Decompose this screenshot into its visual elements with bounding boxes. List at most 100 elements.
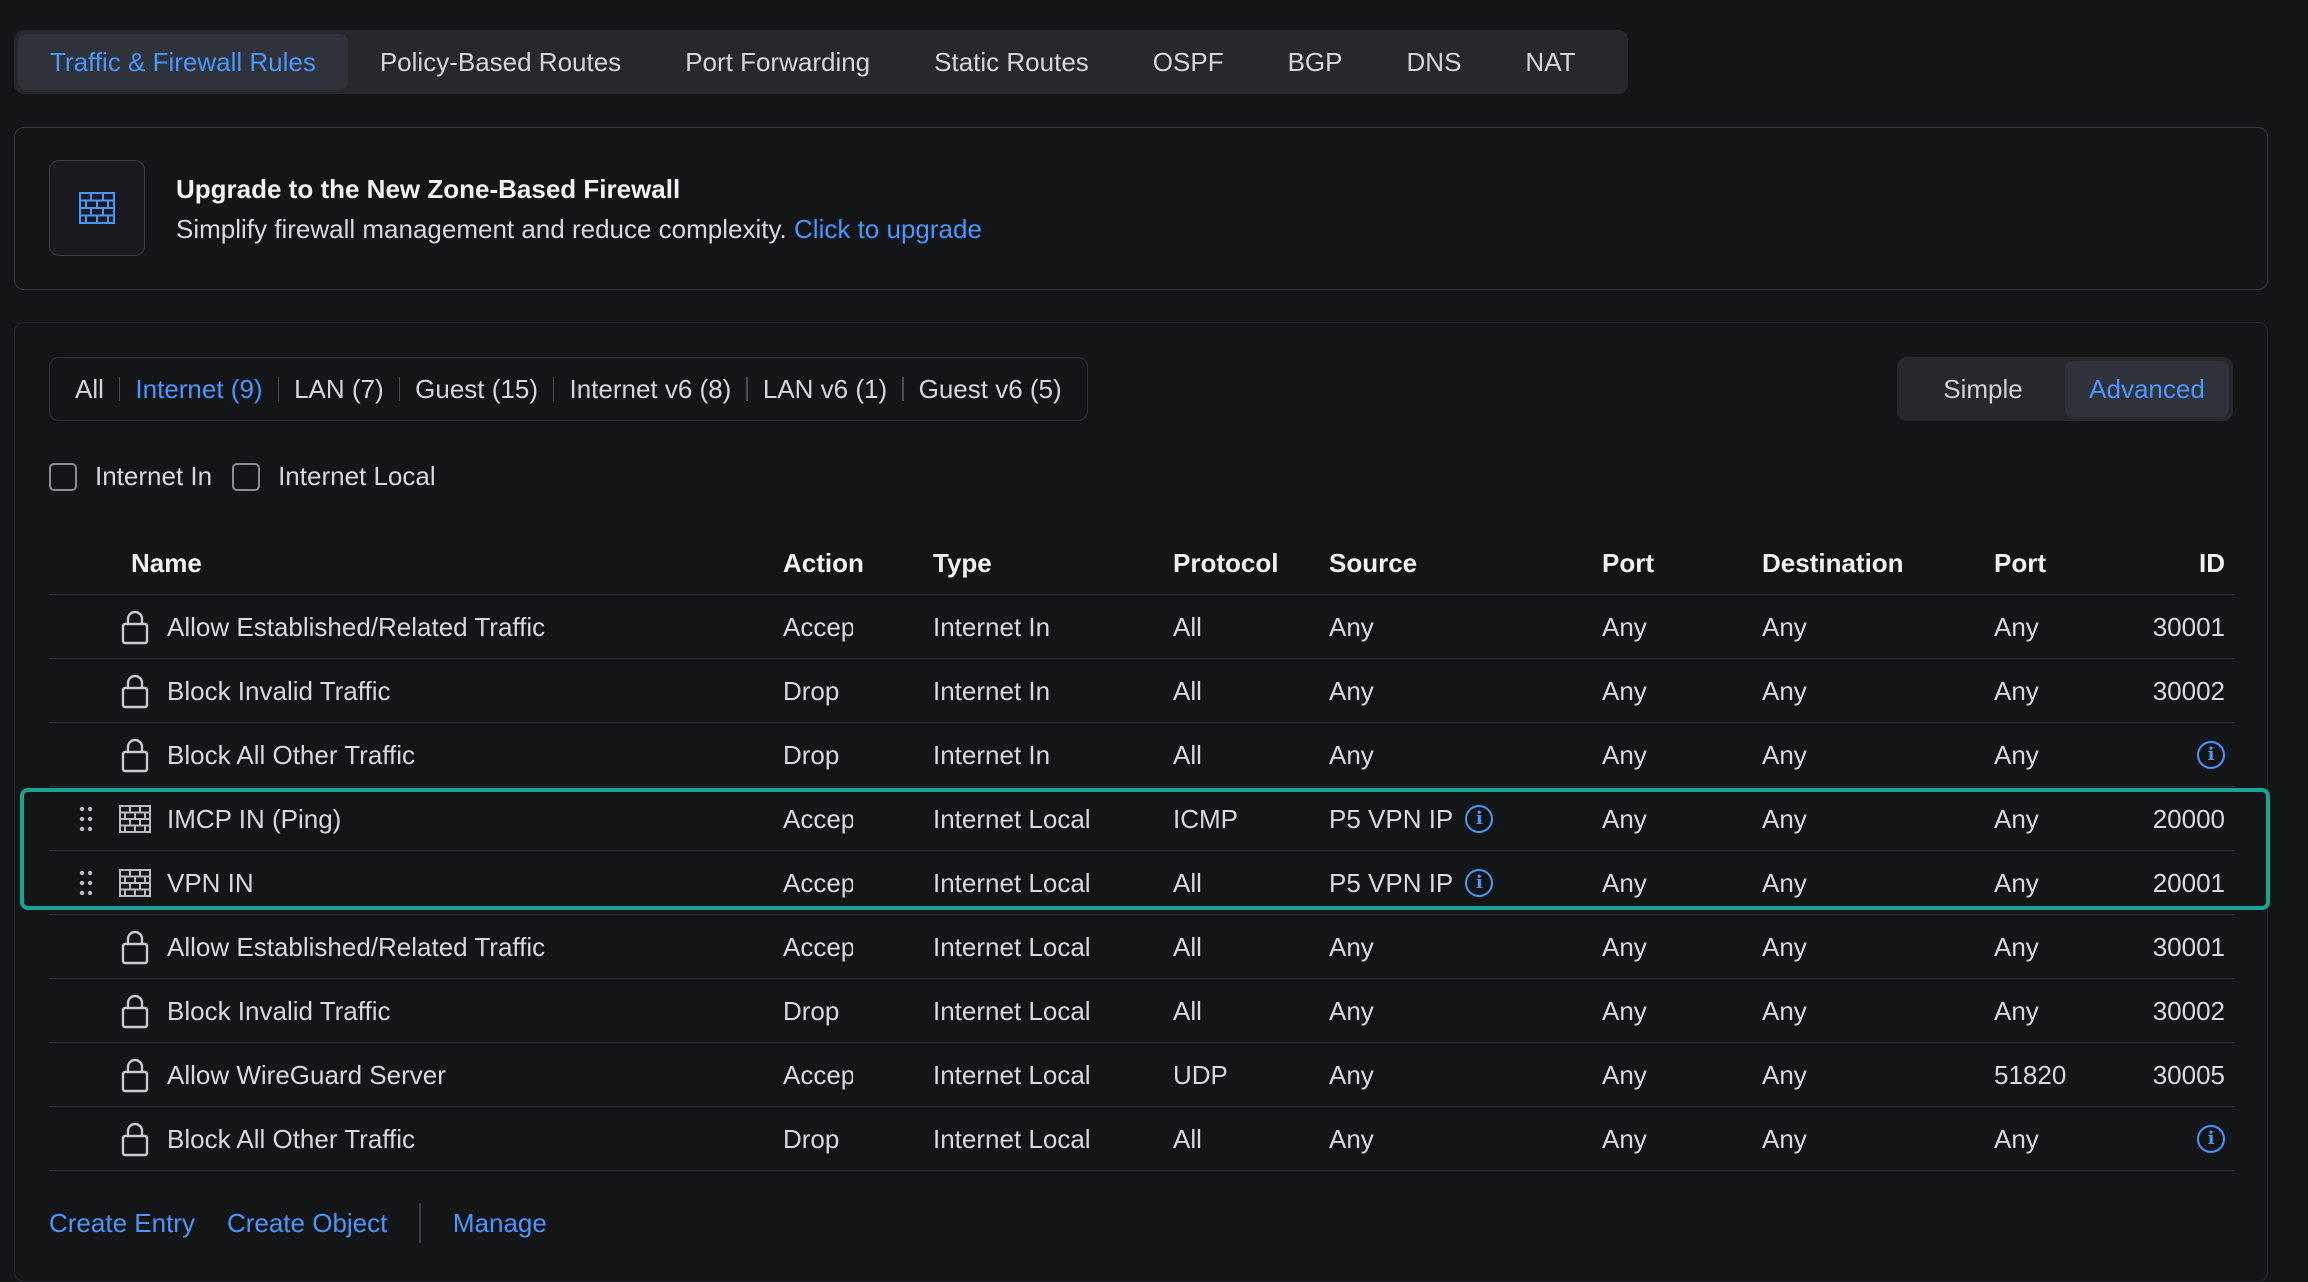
checkbox-label: Internet In xyxy=(95,461,213,491)
rule-protocol: All xyxy=(1173,612,1202,642)
rule-name: Block Invalid Traffic xyxy=(167,996,391,1026)
info-icon[interactable]: i xyxy=(1465,805,1494,833)
column-header-protocol[interactable]: Protocol xyxy=(1173,531,1313,595)
info-icon[interactable]: i xyxy=(1465,869,1494,897)
drag-handle-icon[interactable] xyxy=(69,851,103,915)
table-row[interactable]: VPN IN Accept Internet Local All P5 VPN IP i A… xyxy=(49,851,2235,915)
rule-source: P5 VPN IP i xyxy=(1329,787,1579,851)
internet-in-checkbox[interactable]: Internet In xyxy=(49,461,212,492)
rule-id: i xyxy=(2105,1107,2225,1171)
firewall-icon xyxy=(115,851,155,915)
rule-action: Drop xyxy=(783,676,840,706)
rule-source-port: Any xyxy=(1602,676,1647,706)
lock-icon xyxy=(115,595,155,659)
filter-internet[interactable]: Internet (9) xyxy=(120,374,277,405)
tab-policy-based-routes[interactable]: Policy-Based Routes xyxy=(348,34,653,90)
rule-protocol: All xyxy=(1173,740,1202,770)
rule-action: Accept xyxy=(783,612,853,642)
rule-set-filter: All Internet (9) LAN (7) Guest (15) Inte… xyxy=(49,357,1088,421)
rule-protocol: All xyxy=(1173,996,1202,1026)
column-header-name[interactable]: Name xyxy=(131,531,202,595)
table-row[interactable]: IMCP IN (Ping) Accept Internet Local ICMP P5… xyxy=(49,787,2235,851)
filter-internet-v6[interactable]: Internet v6 (8) xyxy=(554,374,746,405)
lock-icon xyxy=(115,1043,155,1107)
rule-action: Accept xyxy=(783,1060,853,1090)
manage-button[interactable]: Manage xyxy=(453,1208,547,1239)
column-header-id[interactable]: ID xyxy=(2105,531,2225,595)
column-header-port[interactable]: Port xyxy=(1602,531,1742,595)
rule-destination: Any xyxy=(1762,740,1807,770)
filter-guest-v6[interactable]: Guest v6 (5) xyxy=(904,374,1077,405)
table-row[interactable]: Block All Other Traffic Drop Internet Loca… xyxy=(49,1107,2235,1171)
rule-action: Accept xyxy=(783,868,853,898)
column-header-source[interactable]: Source xyxy=(1329,531,1579,595)
rule-source: Any xyxy=(1329,979,1579,1043)
table-row[interactable]: Block All Other Traffic Drop Internet In Al… xyxy=(49,723,2235,787)
rule-source-port: Any xyxy=(1602,868,1647,898)
rule-source-value: Any xyxy=(1329,612,1374,642)
rule-source-port: Any xyxy=(1602,612,1647,642)
table-row[interactable]: Block Invalid Traffic Drop Internet In All A… xyxy=(49,659,2235,723)
create-entry-button[interactable]: Create Entry xyxy=(49,1208,195,1239)
rule-source-value: Any xyxy=(1329,740,1374,770)
filter-lan[interactable]: LAN (7) xyxy=(279,374,399,405)
rule-protocol: All xyxy=(1173,1124,1202,1154)
rule-destination: Any xyxy=(1762,1124,1807,1154)
table-row[interactable]: Block Invalid Traffic Drop Internet Local A… xyxy=(49,979,2235,1043)
filter-all[interactable]: All xyxy=(60,374,119,405)
rule-name: Block All Other Traffic xyxy=(167,740,416,770)
table-row[interactable]: Allow Established/Related Traffic Accept I… xyxy=(49,915,2235,979)
rule-source-value: P5 VPN IP xyxy=(1329,804,1454,834)
info-icon[interactable]: i xyxy=(2197,741,2225,769)
rule-destination: Any xyxy=(1762,804,1807,834)
rule-source: Any xyxy=(1329,1043,1579,1107)
rule-source: Any xyxy=(1329,1107,1579,1171)
rule-type: Internet Local xyxy=(933,804,1091,834)
rule-source-value: Any xyxy=(1329,676,1374,706)
rule-name: Block All Other Traffic xyxy=(167,1124,416,1154)
rule-source-port: Any xyxy=(1602,804,1647,834)
rule-protocol: All xyxy=(1173,932,1202,962)
rule-type: Internet Local xyxy=(933,868,1091,898)
create-object-button[interactable]: Create Object xyxy=(227,1208,387,1239)
upgrade-link[interactable]: Click to upgrade xyxy=(794,214,982,244)
tab-traffic-firewall-rules[interactable]: Traffic & Firewall Rules xyxy=(18,34,348,90)
rule-destination: Any xyxy=(1762,996,1807,1026)
tab-port-forwarding[interactable]: Port Forwarding xyxy=(653,34,902,90)
internet-local-checkbox[interactable]: Internet Local xyxy=(232,461,436,492)
checkbox-box[interactable] xyxy=(49,462,77,491)
filter-guest[interactable]: Guest (15) xyxy=(400,374,553,405)
rule-source-port: Any xyxy=(1602,996,1647,1026)
rule-source-value: Any xyxy=(1329,1124,1374,1154)
filter-lan-v6[interactable]: LAN v6 (1) xyxy=(748,374,902,405)
table-row[interactable]: Allow Established/Related Traffic Accept I… xyxy=(49,595,2235,659)
rule-type: Internet Local xyxy=(933,1124,1091,1154)
info-icon[interactable]: i xyxy=(2197,1125,2225,1153)
tab-dns[interactable]: DNS xyxy=(1375,34,1494,90)
drag-handle-icon[interactable] xyxy=(69,787,103,851)
rule-protocol: All xyxy=(1173,676,1202,706)
tab-nat[interactable]: NAT xyxy=(1493,34,1607,90)
rule-protocol: All xyxy=(1173,868,1202,898)
column-header-destination[interactable]: Destination xyxy=(1762,531,1962,595)
column-header-type[interactable]: Type xyxy=(933,531,1095,595)
rule-action: Accept xyxy=(783,932,853,962)
tab-static-routes[interactable]: Static Routes xyxy=(902,34,1121,90)
tab-bgp[interactable]: BGP xyxy=(1256,34,1375,90)
advanced-view-button[interactable]: Advanced xyxy=(2065,361,2229,417)
rule-action: Drop xyxy=(783,996,840,1026)
divider xyxy=(419,1203,421,1243)
rule-destination: Any xyxy=(1762,932,1807,962)
upgrade-banner: Upgrade to the New Zone-Based Firewall S… xyxy=(14,127,2268,290)
rule-source: Any xyxy=(1329,659,1579,723)
column-header-action[interactable]: Action xyxy=(783,531,864,595)
rule-type: Internet Local xyxy=(933,996,1091,1026)
tab-ospf[interactable]: OSPF xyxy=(1121,34,1256,90)
rule-destination: Any xyxy=(1762,1060,1807,1090)
rule-source: Any xyxy=(1329,723,1579,787)
checkbox-box[interactable] xyxy=(232,462,261,491)
simple-view-button[interactable]: Simple xyxy=(1901,361,2065,417)
rule-destination: Any xyxy=(1762,868,1807,898)
rule-action: Drop xyxy=(783,740,840,770)
table-row[interactable]: Allow WireGuard Server Accept Internet Loc… xyxy=(49,1043,2235,1107)
